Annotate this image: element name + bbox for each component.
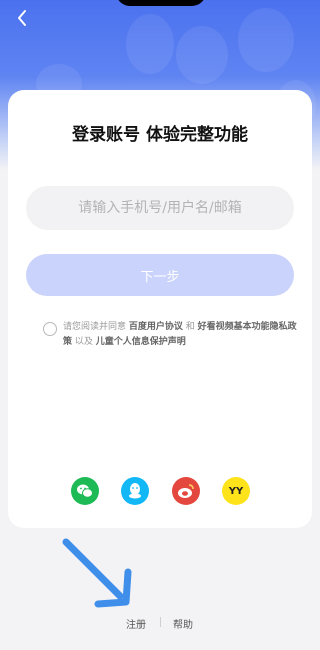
login-card: 登录账号 体验完整功能 下一步 请您阅读并同意 百度用户协议 和 好看视频基本功… — [8, 90, 312, 528]
qq-login-button[interactable] — [121, 477, 149, 505]
footer-divider — [160, 617, 161, 627]
child-privacy-link[interactable]: 儿童个人信息保护声明 — [96, 337, 186, 347]
yy-icon: YY — [228, 485, 244, 497]
help-link[interactable]: 帮助 — [173, 616, 193, 631]
paw-decoration — [176, 26, 228, 84]
wechat-icon — [77, 484, 93, 498]
weibo-login-button[interactable] — [172, 477, 200, 505]
agreement-text: 请您阅读并同意 百度用户协议 和 好看视频基本功能隐私政策 以及 儿童个人信息保… — [63, 322, 297, 347]
chevron-left-icon — [18, 10, 26, 26]
back-button[interactable] — [10, 6, 34, 30]
agree-checkbox[interactable] — [43, 322, 57, 336]
register-link[interactable]: 注册 — [126, 616, 146, 631]
page-title: 登录账号 体验完整功能 — [72, 125, 248, 145]
next-button[interactable]: 下一步 — [26, 254, 294, 296]
qq-icon — [129, 483, 141, 499]
account-input[interactable] — [26, 186, 294, 230]
yy-login-button[interactable]: YY — [222, 477, 250, 505]
camera-notch — [116, 0, 206, 6]
baidu-user-agreement-link[interactable]: 百度用户协议 — [129, 322, 183, 332]
weibo-icon — [178, 484, 194, 498]
paw-decoration — [126, 14, 174, 74]
annotation-arrow-icon — [62, 538, 132, 608]
wechat-login-button[interactable] — [71, 477, 99, 505]
paw-decoration — [238, 8, 294, 72]
